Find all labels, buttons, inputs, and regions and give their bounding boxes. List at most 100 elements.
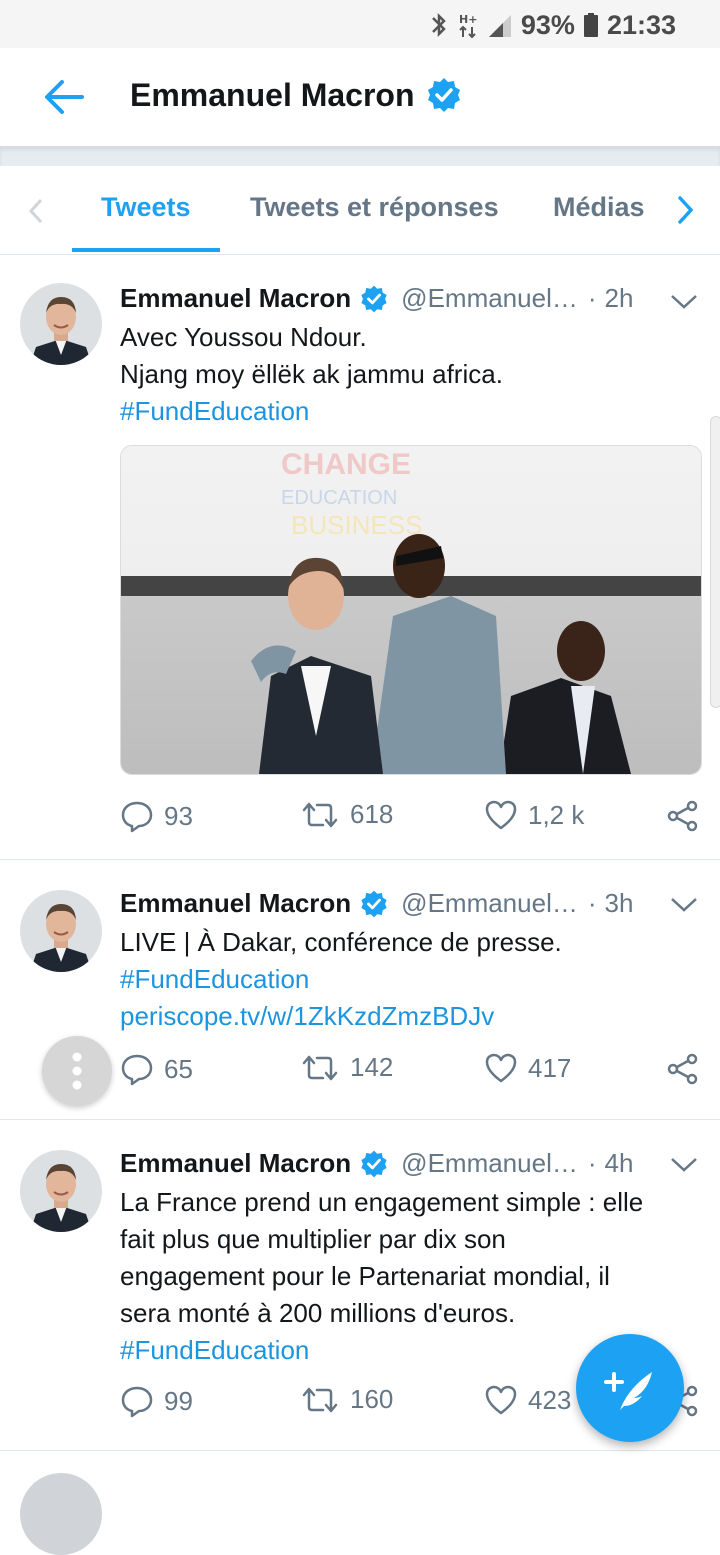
tweet-header: Emmanuel Macron @Emmanuel… · 3h [120, 888, 633, 919]
data-icon: H+ [459, 13, 477, 39]
caret-down-icon[interactable] [668, 1154, 700, 1176]
tweet-author-handle[interactable]: @Emmanuel… [401, 1148, 578, 1179]
verified-badge-icon [359, 284, 389, 314]
retweet-count: 618 [350, 799, 394, 829]
reply-count: 93 [164, 800, 193, 831]
tweet-author-name[interactable]: Emmanuel Macron [120, 1148, 351, 1179]
chevron-left-icon[interactable] [24, 196, 48, 226]
share-icon [667, 800, 698, 832]
tweet-text: Avec Youssou Ndour. Njang moy ëllëk ak j… [120, 319, 690, 430]
compose-tweet-button[interactable] [576, 1334, 684, 1442]
more-options-button[interactable] [42, 1036, 112, 1106]
status-bar: H+ 93% 21:33 [0, 0, 720, 48]
caret-down-icon[interactable] [668, 894, 700, 916]
reply-icon [121, 801, 153, 833]
tweet-author-name[interactable]: Emmanuel Macron [120, 888, 351, 919]
share-icon [667, 1053, 698, 1085]
next-tweet-peek [0, 1451, 720, 1555]
retweet-icon [302, 802, 338, 827]
compose-icon [604, 1372, 652, 1410]
avatar [20, 1473, 102, 1555]
reply-count: 99 [164, 1385, 193, 1416]
tab-tweets[interactable]: Tweets [101, 192, 191, 223]
retweet-icon [302, 1387, 338, 1412]
tweet-actions: 65 142 417 [120, 1052, 710, 1092]
like-button[interactable]: 417 [484, 1052, 571, 1084]
reply-button[interactable]: 99 [120, 1384, 193, 1418]
tweet-text-line: LIVE | À Dakar, conférence de presse. [120, 927, 562, 957]
like-button[interactable]: 1,2 k [484, 799, 584, 831]
hashtag-link[interactable]: #FundEducation [120, 961, 690, 998]
media-sign-text: CHANGE [281, 448, 411, 481]
avatar[interactable] [20, 1150, 102, 1232]
separator-dot: · [587, 283, 597, 313]
edge-scroll-handle[interactable] [710, 416, 720, 708]
retweet-button[interactable]: 142 [300, 1052, 393, 1083]
tweet-timestamp: 4h [604, 1148, 634, 1178]
tweet-actions: 93 618 1,2 k [120, 799, 710, 839]
app-bar: Emmanuel Macron [0, 48, 720, 146]
battery-percent: 93% [520, 9, 575, 40]
like-icon [485, 800, 517, 830]
avatar[interactable] [20, 283, 102, 365]
tab-tweets-and-replies[interactable]: Tweets et réponses [250, 192, 499, 223]
reply-button[interactable]: 93 [120, 799, 193, 833]
tweet-author-handle[interactable]: @Emmanuel… [401, 283, 578, 314]
like-icon [485, 1053, 517, 1083]
signal-icon [488, 15, 511, 37]
verified-badge-icon [359, 1149, 389, 1179]
tweet-timestamp: 2h [604, 283, 634, 313]
reply-button[interactable]: 65 [120, 1052, 193, 1086]
media-sign-text: BUSINESS [291, 510, 423, 540]
tweet-header: Emmanuel Macron @Emmanuel… · 4h [120, 1148, 633, 1179]
periscope-link[interactable]: periscope.tv/w/1ZkKzdZmzBDJv [120, 998, 690, 1035]
reply-count: 65 [164, 1053, 193, 1084]
bluetooth-icon [432, 12, 446, 38]
tweet-text: LIVE | À Dakar, conférence de presse. #F… [120, 924, 690, 1035]
like-count: 423 [528, 1384, 572, 1415]
tweet-timestamp: 3h [604, 888, 634, 918]
tweet-author-name[interactable]: Emmanuel Macron [120, 283, 351, 314]
like-button[interactable]: 423 [484, 1384, 571, 1416]
hashtag-link[interactable]: #FundEducation [120, 393, 690, 430]
more-dots-icon [72, 1052, 82, 1090]
verified-badge-icon [427, 78, 460, 112]
battery-icon [583, 13, 598, 37]
like-icon [485, 1385, 517, 1415]
svg-text:H+: H+ [459, 13, 477, 26]
tweet-author-handle[interactable]: @Emmanuel… [401, 888, 578, 919]
tweet-text-line: La France prend un engagement simple : e… [120, 1187, 644, 1217]
separator-dot: · [587, 888, 597, 918]
retweet-count: 142 [350, 1052, 394, 1082]
retweet-count: 160 [350, 1384, 394, 1414]
chevron-right-icon[interactable] [672, 194, 698, 226]
tweet-text-line: fait plus que multiplier par dix son [120, 1224, 506, 1254]
caret-down-icon[interactable] [668, 291, 700, 313]
share-button[interactable] [666, 1052, 700, 1086]
share-button[interactable] [666, 799, 700, 833]
active-tab-indicator [72, 248, 220, 252]
media-sign-text: EDUCATION [281, 487, 397, 509]
clock: 21:33 [606, 9, 676, 40]
retweet-button[interactable]: 618 [300, 799, 393, 830]
like-count: 1,2 k [528, 799, 585, 830]
tweet-header: Emmanuel Macron @Emmanuel… · 2h [120, 283, 633, 314]
profile-tabs: Tweets Tweets et réponses Médias [0, 166, 720, 255]
tweet-text-line: engagement pour le Partenariat mondial, … [120, 1261, 610, 1291]
avatar[interactable] [20, 890, 102, 972]
tweet-text-line: Avec Youssou Ndour. [120, 322, 367, 352]
retweet-icon [302, 1055, 338, 1080]
verified-badge-icon [359, 889, 389, 919]
reply-icon [121, 1054, 153, 1086]
page-title: Emmanuel Macron [130, 76, 463, 114]
back-arrow-icon[interactable] [40, 76, 88, 118]
tweet-card[interactable]: Emmanuel Macron @Emmanuel… · 2h Avec You… [0, 255, 720, 860]
tweet-text-line: sera monté à 200 millions d'euros. [120, 1298, 516, 1328]
like-count: 417 [528, 1052, 572, 1083]
tweet-media[interactable]: CHANGE EDUCATION BUSINESS [120, 445, 702, 775]
tab-media[interactable]: Médias [553, 192, 645, 223]
separator-dot: · [587, 1148, 597, 1178]
media-photo: CHANGE EDUCATION BUSINESS [121, 446, 701, 774]
reply-icon [121, 1386, 153, 1418]
retweet-button[interactable]: 160 [300, 1384, 393, 1415]
